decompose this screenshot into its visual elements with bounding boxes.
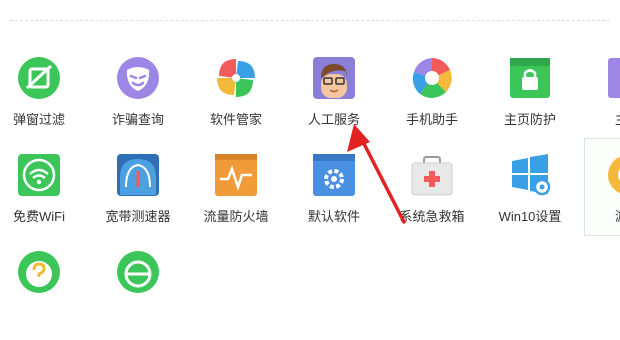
- annotation-arrow-icon: [347, 124, 406, 224]
